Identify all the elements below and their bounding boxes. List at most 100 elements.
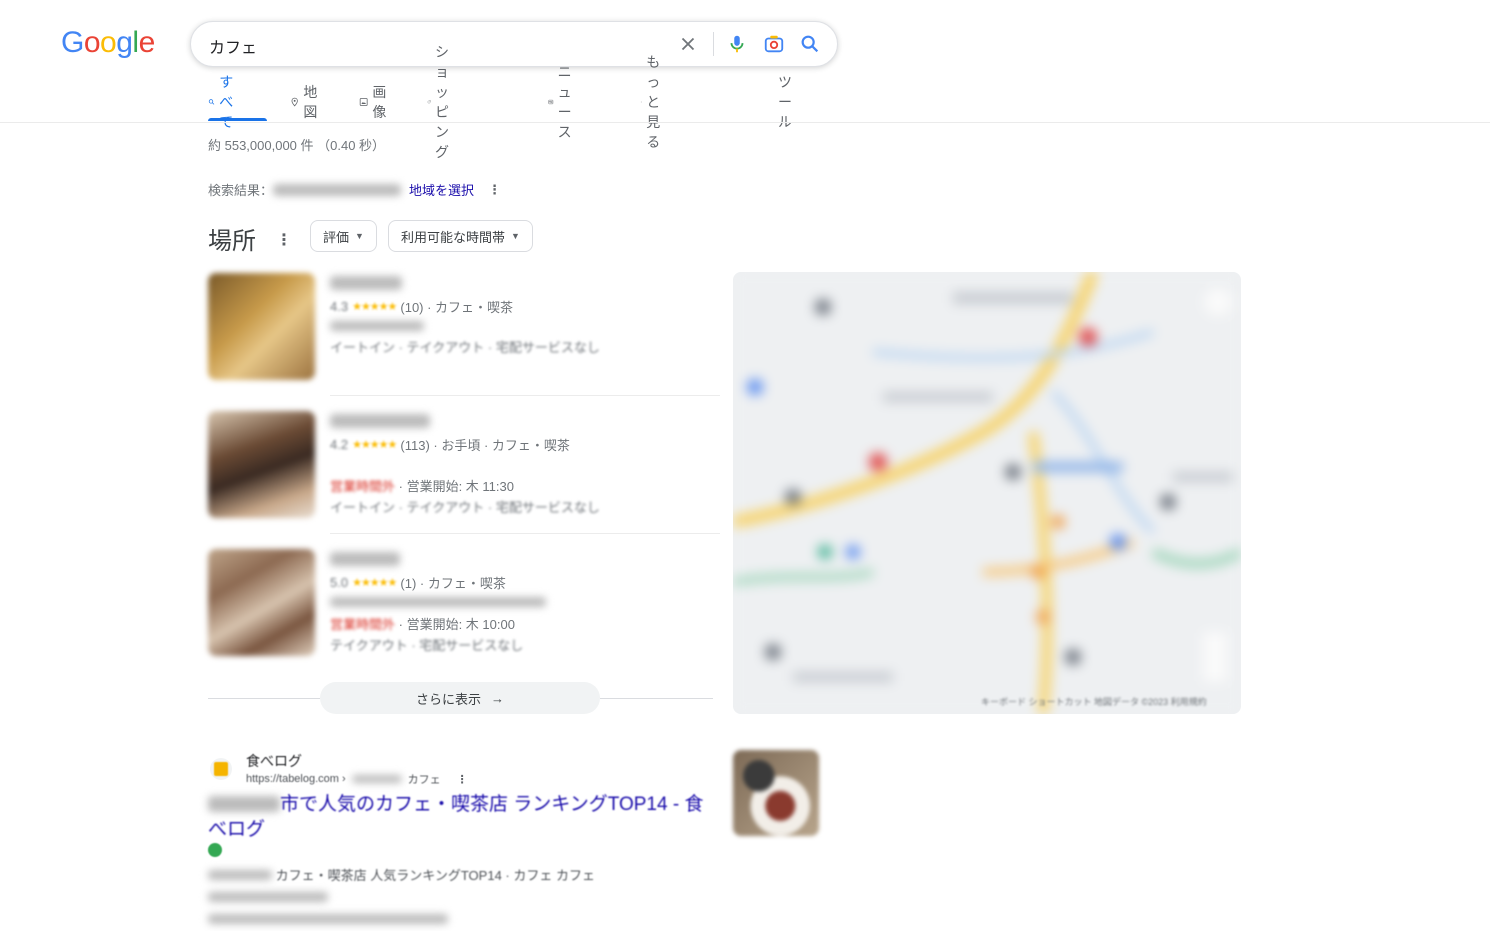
tab-maps[interactable]: 地図	[290, 92, 322, 112]
more-divider-left	[208, 698, 320, 699]
reviews-category: (1) · カフェ・喫茶	[400, 573, 505, 592]
header-divider	[0, 122, 1490, 123]
address-redacted	[330, 321, 424, 331]
tab-news[interactable]: ニュース	[548, 92, 580, 112]
tab-label: ショッピング	[435, 42, 459, 162]
microphone-icon[interactable]	[726, 33, 748, 55]
search-input[interactable]: カフェ	[209, 34, 257, 58]
arrow-right-icon: →	[491, 691, 504, 706]
result-title-link[interactable]: 市で人気のカフェ・喫茶店 ランキングTOP14 - 食べログ	[208, 792, 713, 842]
place-divider	[330, 533, 720, 534]
snippet-redacted	[208, 914, 448, 924]
more-divider-right	[600, 698, 713, 699]
star-rating-icon: ★★★★★	[352, 576, 396, 589]
tools-label: ツール	[778, 72, 792, 132]
more-vert-icon	[640, 95, 642, 109]
closed-status: 営業時間外	[330, 617, 395, 632]
tab-label: 地図	[303, 82, 322, 122]
map-attribution: キーボード ショートカット 地図データ ©2023 利用規約	[981, 695, 1207, 708]
url-text: https://tabelog.com ›	[246, 773, 346, 785]
result-stats: 約 553,000,000 件 （0.40 秒）	[208, 135, 385, 154]
reviews-category: (10) · カフェ・喫茶	[400, 297, 513, 316]
chip-label: 評価	[323, 227, 349, 246]
clear-icon[interactable]	[677, 33, 699, 55]
rating-value: 4.2	[330, 437, 348, 452]
snippet-text: カフェ・喫茶店 人気ランキングTOP14 · カフェ カフェ	[276, 868, 595, 883]
tab-label: もっと見る	[646, 52, 666, 152]
opening-time: · 営業開始: 木 11:30	[395, 479, 514, 494]
search-submit-icon[interactable]	[799, 33, 821, 55]
caret-down-icon: ▼	[511, 231, 520, 241]
rating-value: 4.3	[330, 299, 348, 314]
more-vert-icon[interactable]: ⋮	[276, 230, 292, 250]
snippet-redacted	[208, 892, 328, 902]
place-photo[interactable]	[208, 549, 315, 656]
result-thumbnail[interactable]	[733, 750, 819, 836]
verified-badge-icon	[208, 843, 222, 857]
map-view[interactable]: キーボード ショートカット 地図データ ©2023 利用規約	[733, 272, 1241, 714]
place-name-redacted[interactable]	[330, 414, 430, 428]
chip-label: 利用可能な時間帯	[401, 227, 505, 246]
rating-filter-chip[interactable]: 評価 ▼	[310, 220, 377, 252]
place-divider	[330, 395, 720, 396]
tab-more[interactable]: もっと見る	[640, 92, 666, 112]
site-name[interactable]: 食べログ	[246, 751, 302, 771]
tab-label: すべて	[219, 72, 240, 132]
tag-icon	[427, 95, 431, 109]
caret-down-icon: ▼	[355, 231, 364, 241]
location-redacted	[273, 184, 401, 196]
place-card[interactable]: 5.0 ★★★★★ (1) · カフェ・喫茶 営業時間外 · 営業開始: 木 1…	[208, 549, 713, 679]
result-title-text: 市で人気のカフェ・喫茶店 ランキングTOP14 - 食べログ	[208, 794, 703, 840]
tab-label: ニュース	[558, 62, 580, 142]
place-hours: 営業時間外 · 営業開始: 木 10:00	[330, 614, 515, 633]
tab-label: 画像	[372, 82, 391, 122]
news-icon	[548, 95, 554, 109]
map-pin-icon	[290, 95, 299, 109]
place-card[interactable]: 4.2 ★★★★★ (113) · お手頃 · カフェ・喫茶 営業時間外 · 営…	[208, 411, 713, 541]
site-favicon[interactable]	[210, 758, 232, 780]
closed-status: 営業時間外	[330, 479, 395, 494]
places-title: 場所	[208, 221, 256, 256]
more-vert-icon[interactable]: ⋮	[457, 773, 468, 786]
tab-all[interactable]: すべて	[208, 92, 240, 112]
place-rating: 5.0 ★★★★★ (1) · カフェ・喫茶	[330, 573, 506, 592]
place-services: イートイン · テイクアウト · 宅配サービスなし	[330, 497, 600, 516]
site-url[interactable]: https://tabelog.com › カフェ ⋮	[246, 771, 468, 787]
tab-images[interactable]: 画像	[359, 92, 391, 112]
tab-shopping[interactable]: ショッピング	[427, 92, 459, 112]
place-services: イートイン · テイクアウト · 宅配サービスなし	[330, 337, 600, 356]
reviews-category: (113) · お手頃 · カフェ・喫茶	[400, 435, 570, 454]
place-card[interactable]: 4.3 ★★★★★ (10) · カフェ・喫茶 イートイン · テイクアウト ·…	[208, 273, 713, 403]
google-lens-icon[interactable]	[763, 33, 785, 55]
title-redacted	[208, 796, 280, 812]
search-icon	[208, 95, 215, 109]
place-hours: 営業時間外 · 営業開始: 木 11:30	[330, 476, 514, 495]
place-photo[interactable]	[208, 273, 315, 380]
place-name-redacted[interactable]	[330, 276, 402, 290]
snippet-redacted	[208, 870, 272, 880]
map-blurred-graphic	[733, 272, 1241, 714]
image-icon	[359, 95, 368, 109]
tab-tools[interactable]: ツール	[778, 92, 792, 112]
star-rating-icon: ★★★★★	[352, 300, 396, 313]
place-photo[interactable]	[208, 411, 315, 518]
star-rating-icon: ★★★★★	[352, 438, 396, 451]
place-rating: 4.3 ★★★★★ (10) · カフェ・喫茶	[330, 297, 513, 316]
active-tab-indicator	[208, 118, 267, 121]
rating-value: 5.0	[330, 575, 348, 590]
hours-filter-chip[interactable]: 利用可能な時間帯 ▼	[388, 220, 533, 252]
location-prefix: 検索結果：	[208, 180, 273, 199]
opening-time: · 営業開始: 木 10:00	[395, 617, 515, 632]
more-vert-icon[interactable]: ⋮	[488, 182, 500, 198]
place-services: テイクアウト · 宅配サービスなし	[330, 635, 523, 654]
search-box[interactable]: カフェ	[190, 21, 838, 67]
place-name-redacted[interactable]	[330, 552, 400, 566]
choose-area-link[interactable]: 地域を選択	[409, 180, 474, 199]
url-redacted	[352, 775, 402, 783]
more-places-button[interactable]: さらに表示 →	[320, 682, 600, 714]
place-rating: 4.2 ★★★★★ (113) · お手頃 · カフェ・喫茶	[330, 435, 570, 454]
more-label: さらに表示	[416, 689, 481, 708]
location-row: 検索結果： 地域を選択 ⋮	[208, 180, 500, 199]
url-tail: カフェ	[408, 771, 441, 787]
google-logo[interactable]: Google	[61, 26, 155, 60]
